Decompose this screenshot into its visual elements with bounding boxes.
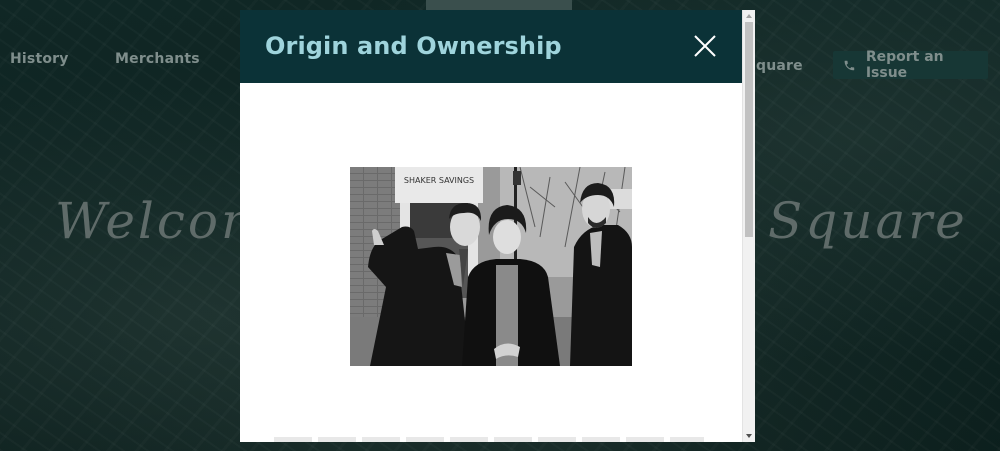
nav-merchants[interactable]: Merchants (115, 51, 200, 67)
modal-scrollbar[interactable] (742, 10, 755, 442)
caption-peek (274, 437, 704, 442)
modal-header: Origin and Ownership (240, 10, 742, 83)
scroll-down-arrow-icon[interactable] (746, 434, 752, 438)
hero-title-right: Square (768, 192, 968, 250)
report-issue-button[interactable]: Report an Issue (833, 49, 988, 81)
close-icon (694, 35, 716, 57)
origin-ownership-modal: Origin and Ownership SHAKER SAVINGS (240, 10, 755, 442)
nav-square[interactable]: quare (756, 58, 803, 74)
scroll-thumb[interactable] (745, 22, 753, 237)
sign-text: SHAKER SAVINGS (404, 176, 474, 185)
scroll-up-arrow-icon[interactable] (746, 14, 752, 18)
phone-icon (844, 60, 855, 70)
historical-photo: SHAKER SAVINGS (350, 167, 632, 366)
top-tab-indicator (426, 0, 572, 10)
close-button[interactable] (693, 34, 717, 58)
report-issue-label: Report an Issue (865, 49, 944, 81)
modal-title: Origin and Ownership (265, 32, 562, 60)
historical-photo-graphic: SHAKER SAVINGS (350, 167, 632, 366)
hero-title-left: Welcom (55, 192, 272, 250)
modal-body: SHAKER SAVINGS (240, 83, 742, 442)
nav-history[interactable]: History (10, 51, 69, 67)
